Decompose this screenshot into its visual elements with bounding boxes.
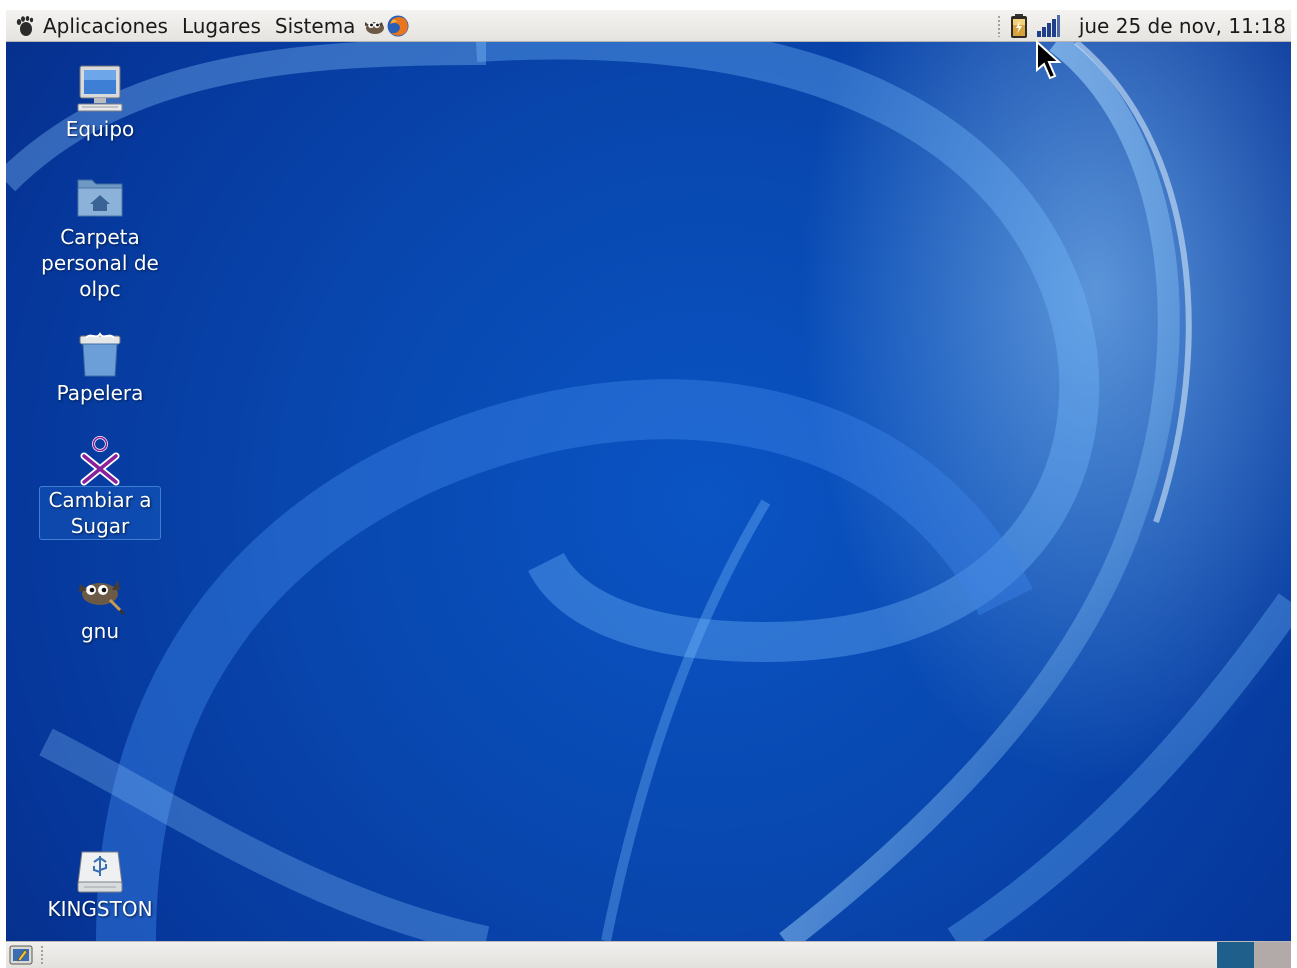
menu-sistema[interactable]: Sistema — [268, 10, 363, 42]
network-signal-icon[interactable] — [1035, 14, 1061, 38]
desktop-icon-papelera[interactable]: Papelera — [35, 328, 165, 406]
clock[interactable]: jue 25 de nov, 11:18 — [1079, 14, 1286, 38]
workspace-switcher — [1217, 942, 1291, 968]
desktop-icon-label: gnu — [80, 619, 120, 643]
gimp-launcher-icon[interactable] — [362, 14, 386, 38]
tray-handle[interactable] — [996, 15, 1001, 37]
notification-area: jue 25 de nov, 11:18 — [996, 10, 1291, 42]
desktop-background[interactable]: Equipo Carpeta personal de olpc Papelera — [6, 42, 1291, 941]
gimp-icon — [79, 580, 126, 616]
desktop-icon-label: Cambiar a Sugar — [39, 486, 161, 540]
workspace-1[interactable] — [1217, 942, 1254, 968]
panel-handle[interactable] — [40, 945, 44, 965]
desktop-icon-label: KINGSTON — [47, 897, 153, 921]
trash-icon — [79, 332, 121, 377]
wallpaper-swirl — [6, 42, 1291, 941]
menu-lugares[interactable]: Lugares — [175, 10, 268, 42]
usb-drive-icon — [77, 851, 123, 893]
desktop-icon-equipo[interactable]: Equipo — [35, 64, 165, 142]
computer-icon — [77, 65, 123, 112]
battery-icon[interactable] — [1009, 13, 1029, 39]
mouse-cursor-icon — [1036, 40, 1062, 80]
home-folder-icon — [77, 179, 123, 217]
desktop-icon-label: Equipo — [65, 117, 135, 141]
workspace-2[interactable] — [1254, 942, 1291, 968]
desktop-icon-label: Carpeta personal de olpc — [41, 225, 159, 301]
desktop-icon-kingston[interactable]: KINGSTON — [35, 844, 165, 922]
gnome-foot-icon[interactable] — [14, 15, 36, 37]
sugar-xo-icon — [80, 436, 120, 486]
menu-aplicaciones[interactable]: Aplicaciones — [36, 10, 175, 42]
desktop-icon-label: Papelera — [56, 381, 144, 405]
desktop-icon-carpeta-personal[interactable]: Carpeta personal de olpc — [35, 172, 165, 302]
top-panel: Aplicaciones Lugares Sistema jue 25 de n… — [6, 10, 1291, 42]
desktop-icon-gnu[interactable]: gnu — [35, 566, 165, 644]
firefox-launcher-icon[interactable] — [386, 14, 410, 38]
desktop-icon-cambiar-a-sugar[interactable]: Cambiar a Sugar — [35, 434, 165, 540]
screen: Aplicaciones Lugares Sistema jue 25 de n… — [6, 10, 1291, 968]
show-desktop-icon[interactable] — [8, 944, 34, 966]
bottom-panel — [6, 941, 1291, 968]
